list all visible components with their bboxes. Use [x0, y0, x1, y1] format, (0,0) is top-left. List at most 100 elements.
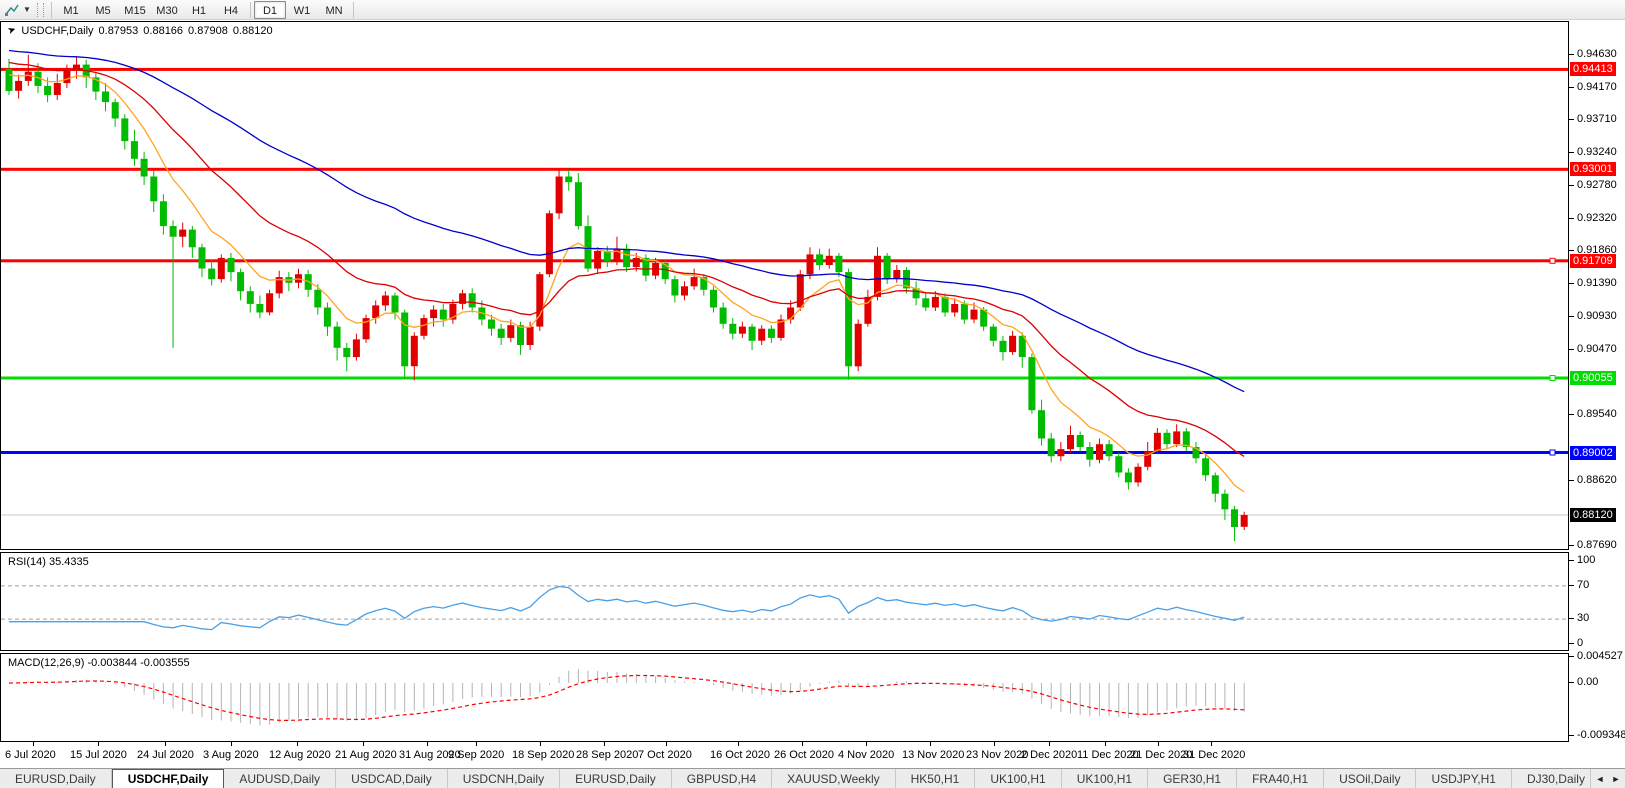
ohlc-open: 0.87953 [99, 25, 139, 37]
date-tick [1211, 742, 1212, 746]
toolbar-separator [353, 2, 354, 18]
support-line[interactable] [1, 377, 1568, 380]
chart-symbol-label: USDCHF,Daily [21, 25, 93, 37]
tab-dj30-daily[interactable]: DJ30,Daily [1512, 769, 1601, 788]
rsi-indicator-panel[interactable]: RSI(14) 35.4335 [0, 552, 1569, 651]
tab-usoil-daily[interactable]: USOil,Daily [1324, 769, 1416, 788]
timeframe-button-h4[interactable]: H4 [215, 1, 247, 19]
candlestick-chart-canvas[interactable] [1, 22, 1568, 549]
tab-uk100-h1[interactable]: UK100,H1 [1062, 769, 1148, 788]
date-tick [1105, 742, 1106, 746]
macd-axis-label: 0.004527 [1577, 650, 1623, 662]
fast-ma-line [9, 75, 1244, 492]
date-tick [802, 742, 803, 746]
toolbar-separator [250, 2, 251, 18]
price-tick-label: 0.91390 [1577, 277, 1617, 289]
axis-tick-dash [1569, 250, 1574, 251]
date-label: 6 Jul 2020 [5, 749, 56, 761]
date-label: 18 Sep 2020 [512, 749, 574, 761]
macd-label: MACD(12,26,9) -0.003844 -0.003555 [8, 657, 190, 669]
line-handle[interactable] [1550, 376, 1555, 381]
date-tick [476, 742, 477, 746]
price-tick-label: 0.93240 [1577, 146, 1617, 158]
line-handle[interactable] [1550, 450, 1555, 455]
trading-terminal-window: ▼ M1M5M15M30H1H4 D1W1MN ➤ USDCHF,Daily 0.… [0, 0, 1625, 788]
tab-xauusd-weekly[interactable]: XAUUSD,Weekly [772, 769, 895, 788]
tab-usdcad-daily[interactable]: USDCAD,Daily [336, 769, 448, 788]
axis-tick-dash [1569, 283, 1574, 284]
resistance-line[interactable] [1, 259, 1568, 262]
date-tick [666, 742, 667, 746]
date-tick [427, 742, 428, 746]
chart-tab-bar: EURUSD,DailyUSDCHF,DailyAUDUSD,DailyUSDC… [0, 768, 1625, 788]
date-label: 9 Sep 2020 [448, 749, 504, 761]
date-tick [1158, 742, 1159, 746]
date-label: 13 Nov 2020 [902, 749, 964, 761]
resistance-line[interactable] [1, 168, 1568, 171]
date-tick [231, 742, 232, 746]
date-tick [98, 742, 99, 746]
ohlc-close: 0.88120 [233, 25, 273, 37]
date-label: 15 Jul 2020 [70, 749, 127, 761]
tab-uk100-h1[interactable]: UK100,H1 [975, 769, 1061, 788]
timeframe-button-d1[interactable]: D1 [254, 1, 286, 19]
axis-tick-dash [1569, 618, 1574, 619]
date-label: 26 Oct 2020 [774, 749, 834, 761]
timeframe-button-m1[interactable]: M1 [55, 1, 87, 19]
axis-tick-dash [1569, 87, 1574, 88]
tab-eurusd-daily[interactable]: EURUSD,Daily [560, 769, 672, 788]
caret-down-icon[interactable]: ▼ [21, 2, 33, 18]
resistance-line[interactable] [1, 68, 1568, 71]
tab-scroll-left-icon[interactable]: ◄ [1593, 771, 1607, 787]
price-axis[interactable]: 0.946300.941700.937100.932400.927800.923… [1569, 21, 1625, 742]
tab-scroll-buttons: ◄ ► [1590, 769, 1625, 788]
toolbar-grip[interactable] [37, 3, 44, 17]
axis-tick-dash [1569, 682, 1574, 683]
timeframe-toolbar: ▼ M1M5M15M30H1H4 D1W1MN [0, 0, 1625, 20]
price-tick-label: 0.92780 [1577, 179, 1617, 191]
line-handle[interactable] [1550, 258, 1555, 263]
date-label: 3 Aug 2020 [203, 749, 259, 761]
tab-scroll-right-icon[interactable]: ► [1609, 771, 1623, 787]
date-label: 7 Oct 2020 [638, 749, 692, 761]
price-tick-label: 0.92320 [1577, 212, 1617, 224]
macd-indicator-panel[interactable]: MACD(12,26,9) -0.003844 -0.003555 [0, 653, 1569, 742]
date-label: 4 Nov 2020 [838, 749, 894, 761]
axis-tick-dash [1569, 560, 1574, 561]
tab-gbpusd-h4[interactable]: GBPUSD,H4 [672, 769, 772, 788]
timeframe-button-m5[interactable]: M5 [87, 1, 119, 19]
candles-layer [6, 55, 1248, 542]
macd-chart-canvas[interactable] [1, 654, 1568, 741]
rsi-label: RSI(14) 35.4335 [8, 556, 89, 568]
tab-hk50-h1[interactable]: HK50,H1 [896, 769, 976, 788]
rsi-chart-canvas[interactable] [1, 553, 1568, 650]
price-line-label: 0.93001 [1570, 162, 1616, 176]
price-tick-label: 0.89540 [1577, 408, 1617, 420]
tab-usdcnh-daily[interactable]: USDCNH,Daily [448, 769, 560, 788]
timeframe-button-m30[interactable]: M30 [151, 1, 183, 19]
tab-usdchf-daily[interactable]: USDCHF,Daily [112, 769, 225, 788]
tab-audusd-daily[interactable]: AUDUSD,Daily [224, 769, 336, 788]
slow-ma-line [9, 51, 1244, 392]
tab-eurusd-daily[interactable]: EURUSD,Daily [0, 769, 112, 788]
axis-tick-dash [1569, 480, 1574, 481]
current-price-label: 0.88120 [1570, 508, 1616, 522]
price-tick-label: 0.90930 [1577, 310, 1617, 322]
timeframe-button-w1[interactable]: W1 [286, 1, 318, 19]
macd-histogram [9, 669, 1244, 726]
timeframe-button-m15[interactable]: M15 [119, 1, 151, 19]
tab-fra40-h1[interactable]: FRA40,H1 [1237, 769, 1324, 788]
timeframe-button-h1[interactable]: H1 [183, 1, 215, 19]
support-line[interactable] [1, 451, 1568, 454]
tab-ger30-h1[interactable]: GER30,H1 [1148, 769, 1237, 788]
date-tick [165, 742, 166, 746]
date-tick [297, 742, 298, 746]
price-chart-panel[interactable]: ➤ USDCHF,Daily 0.87953 0.88166 0.87908 0… [0, 21, 1569, 550]
rsi-axis-label: 70 [1577, 579, 1589, 591]
timeframe-button-mn[interactable]: MN [318, 1, 350, 19]
date-axis[interactable]: 6 Jul 202015 Jul 202024 Jul 20203 Aug 20… [0, 742, 1569, 768]
date-tick [33, 742, 34, 746]
date-label: 21 Aug 2020 [335, 749, 397, 761]
chart-line-tool-icon[interactable] [3, 2, 21, 18]
tab-usdjpy-h1[interactable]: USDJPY,H1 [1416, 769, 1511, 788]
